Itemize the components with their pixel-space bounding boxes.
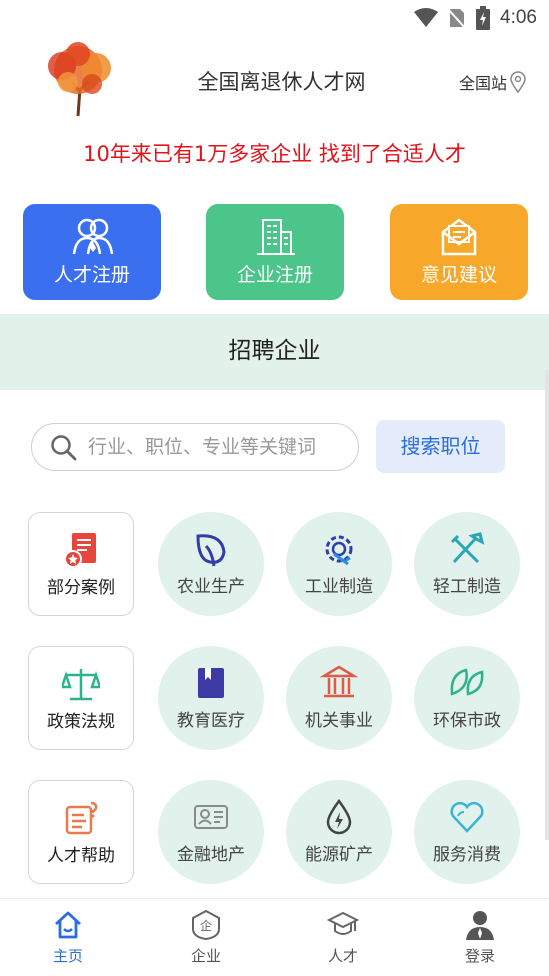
tab-home[interactable]: 主页 [28,909,108,966]
region-label: 全国站 [458,74,507,93]
category-agriculture[interactable]: 农业生产 [158,512,264,616]
tab-talent[interactable]: 人才 [303,909,383,966]
search-box[interactable] [31,423,359,471]
tab-talent-label: 人才 [327,947,358,965]
talent-register-label: 人才注册 [53,264,130,286]
talent-help-button[interactable]: 人才帮助 [28,780,134,884]
home-icon [55,911,81,939]
graduation-cap-icon [327,911,359,935]
enterprise-badge-icon: 企 [192,909,220,941]
scales-icon [62,669,100,701]
scrollbar[interactable] [545,370,549,840]
bottom-tab-bar: 主页 企 企业 人才 登录 [0,898,549,976]
book-icon [198,668,224,698]
no-sim-icon [448,8,467,29]
battery-icon [476,6,491,30]
cases-button[interactable]: 部分案例 [28,512,134,616]
category-government-label: 机关事业 [305,711,373,731]
cases-book-icon [64,533,96,568]
category-industry[interactable]: 工业制造 [286,512,392,616]
eco-leaves-icon [450,668,484,696]
category-environment-label: 环保市政 [433,711,501,731]
help-note-icon [65,801,98,835]
category-environment[interactable]: 环保市政 [414,646,520,750]
gear-wrench-icon [325,535,353,566]
talent-help-label: 人才帮助 [47,846,115,866]
app-header: 全国离退休人才网 全国站 [0,38,549,122]
feedback-button[interactable]: 意见建议 [390,204,528,300]
category-energy-mining-label: 能源矿产 [305,845,373,865]
category-industry-label: 工业制造 [305,577,373,597]
category-government[interactable]: 机关事业 [286,646,392,750]
status-bar: 4:06 [0,0,549,38]
region-selector[interactable]: 全国站 [459,70,527,94]
section-title: 招聘企业 [0,314,549,390]
wifi-icon [414,8,439,27]
category-light-industry[interactable]: 轻工制造 [414,512,520,616]
tab-enterprise-label: 企业 [190,947,221,965]
user-icon [466,911,494,940]
category-service-consumption-label: 服务消费 [433,845,501,865]
tagline: 10年来已有1万多家企业 找到了合适人才 [83,142,466,166]
svg-text:企: 企 [200,918,212,933]
id-card-icon [194,805,228,829]
talent-register-icon [72,218,114,255]
policy-label: 政策法规 [47,712,115,732]
category-energy-mining[interactable]: 能源矿产 [286,780,392,884]
heart-icon [450,802,484,833]
tab-enterprise[interactable]: 企 企业 [166,909,246,966]
search-jobs-button[interactable]: 搜索职位 [376,420,505,473]
category-light-industry-label: 轻工制造 [433,577,501,597]
policy-button[interactable]: 政策法规 [28,646,134,750]
search-input[interactable] [88,432,352,462]
building-icon [257,219,295,255]
category-service-consumption[interactable]: 服务消费 [414,780,520,884]
leaf-icon [196,534,226,567]
cases-label: 部分案例 [47,578,115,598]
category-agriculture-label: 农业生产 [177,577,245,597]
category-education-medical[interactable]: 教育医疗 [158,646,264,750]
feedback-label: 意见建议 [420,264,497,286]
status-time: 4:06 [500,7,537,28]
energy-drop-icon [326,798,352,835]
mail-icon [441,218,477,256]
government-building-icon [320,665,358,698]
tab-login[interactable]: 登录 [440,909,520,966]
status-icons: 4:06 [414,6,537,30]
talent-register-button[interactable]: 人才注册 [23,204,161,300]
category-education-medical-label: 教育医疗 [177,711,245,731]
location-pin-icon [510,71,526,93]
enterprise-register-label: 企业注册 [236,264,313,286]
tools-icon [450,532,485,564]
enterprise-register-button[interactable]: 企业注册 [206,204,344,300]
tab-home-label: 主页 [52,947,83,965]
tab-login-label: 登录 [464,947,495,965]
category-finance-realestate-label: 金融地产 [177,845,245,865]
search-icon [51,435,77,461]
quick-actions: 人才注册 企业注册 意见建议 [0,204,549,300]
category-finance-realestate[interactable]: 金融地产 [158,780,264,884]
